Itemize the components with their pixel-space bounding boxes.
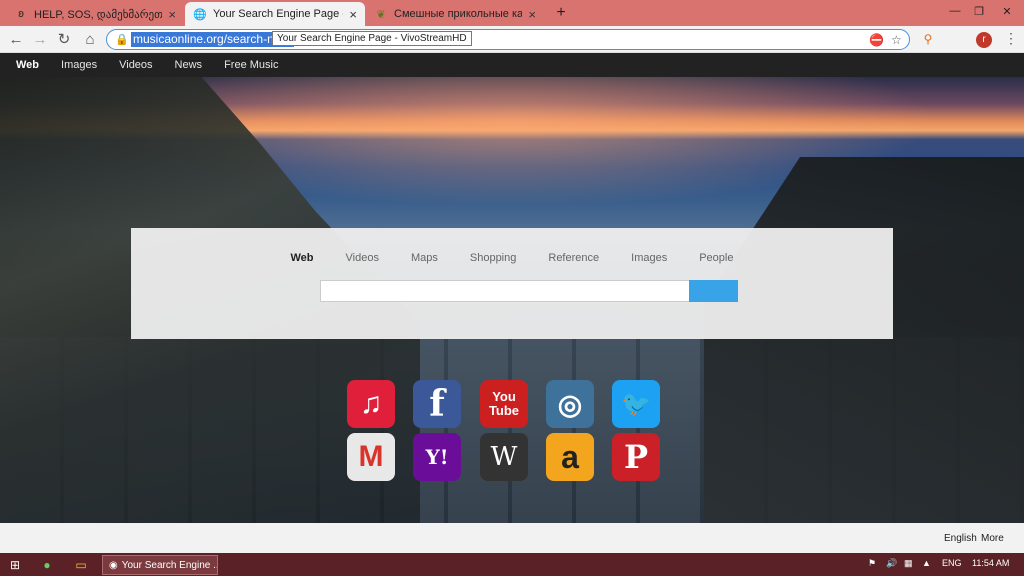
amazon-icon[interactable]: a <box>546 433 594 481</box>
globe-icon: 🌐 <box>193 8 207 21</box>
network-icon[interactable]: ▦ <box>904 558 913 569</box>
profile-avatar[interactable]: r <box>976 32 992 48</box>
instagram-icon[interactable]: ◎ <box>546 380 594 428</box>
url-text[interactable]: musicaonline.org/search-now/ <box>131 32 295 47</box>
page-footer: English More <box>0 523 1024 553</box>
itunes-icon[interactable]: ♫ <box>347 380 395 428</box>
youtube-icon[interactable]: You Tube <box>480 380 528 428</box>
nav-news[interactable]: News <box>175 59 203 71</box>
language-indicator[interactable]: ENG <box>942 558 962 568</box>
footer-english-link[interactable]: English <box>944 533 977 544</box>
search-tab-maps[interactable]: Maps <box>411 252 438 264</box>
tab-help-sos[interactable]: ʚ HELP, SOS, დამეხმარეთ მხოლ × <box>6 2 184 26</box>
footer-more-link[interactable]: More <box>981 533 1004 544</box>
site-nav: Web Images Videos News Free Music <box>0 53 1024 77</box>
gmail-icon[interactable]: M <box>347 433 395 481</box>
search-tab-web[interactable]: Web <box>291 252 314 264</box>
clock[interactable]: 11:54 AM <box>972 558 1009 568</box>
rocks-right <box>704 157 1024 523</box>
search-input[interactable] <box>320 280 690 302</box>
app-leaf-icon[interactable]: ● <box>38 556 56 574</box>
wikipedia-icon[interactable]: W <box>480 433 528 481</box>
search-tab-shopping[interactable]: Shopping <box>470 252 517 264</box>
chrome-icon: ◉ <box>109 559 118 571</box>
new-tab-button[interactable]: + <box>552 4 570 22</box>
search-button[interactable] <box>689 280 738 302</box>
leaf-icon: ❦ <box>376 8 386 21</box>
start-icon[interactable]: ⊞ <box>6 556 24 574</box>
search-tabs: Web Videos Maps Shopping Reference Image… <box>131 252 893 264</box>
tab-search-engine[interactable]: 🌐 Your Search Engine Page - VivoS × <box>185 2 365 26</box>
search-tab-reference[interactable]: Reference <box>548 252 599 264</box>
signal-icon[interactable]: ▲ <box>922 558 931 568</box>
flag-icon[interactable]: ⚑ <box>868 558 876 569</box>
nav-web[interactable]: Web <box>16 59 39 71</box>
search-panel: Web Videos Maps Shopping Reference Image… <box>131 228 893 339</box>
twitter-icon[interactable]: 🐦 <box>612 380 660 428</box>
back-button[interactable]: ← <box>6 30 26 50</box>
tab-title: Смешные прикольные картинк <box>394 8 523 20</box>
close-icon[interactable]: × <box>168 7 176 22</box>
search-extension-icon[interactable]: ⚲ <box>920 31 936 47</box>
search-tab-videos[interactable]: Videos <box>346 252 379 264</box>
blocked-icon[interactable]: ⛔ <box>869 33 884 47</box>
folder-icon[interactable]: ▭ <box>72 556 90 574</box>
app-shortcuts: ♫ f You Tube ◎ 🐦 M Y! W a P <box>347 380 663 482</box>
tab-tooltip: Your Search Engine Page - VivoStreamHD <box>272 31 472 46</box>
search-tab-images[interactable]: Images <box>631 252 667 264</box>
search-tab-people[interactable]: People <box>699 252 733 264</box>
nav-free-music[interactable]: Free Music <box>224 59 278 71</box>
nav-videos[interactable]: Videos <box>119 59 152 71</box>
nav-images[interactable]: Images <box>61 59 97 71</box>
ghost-icon: ʚ <box>18 8 24 20</box>
task-label: Your Search Engine ... <box>121 559 218 571</box>
bookmark-star-icon[interactable]: ☆ <box>891 33 902 47</box>
minimize-button[interactable]: — <box>942 0 968 22</box>
tab-title: HELP, SOS, დამეხმარეთ მხოლ <box>34 8 163 21</box>
tab-title: Your Search Engine Page - VivoS <box>213 8 343 20</box>
home-button[interactable]: ⌂ <box>80 30 100 50</box>
browser-toolbar: ← → ↻ ⌂ 🔒 musicaonline.org/search-now/ ⛔… <box>0 26 1024 53</box>
pinterest-icon[interactable]: P <box>612 433 660 481</box>
tab-strip: ʚ HELP, SOS, დამეხმარეთ მხოლ × 🌐 Your Se… <box>0 0 1024 26</box>
forward-button[interactable]: → <box>30 30 50 50</box>
yahoo-icon[interactable]: Y! <box>413 433 461 481</box>
volume-icon[interactable]: 🔊 <box>886 558 897 569</box>
windows-taskbar: ⊞ ● ▭ ◉ Your Search Engine ... ⚑ 🔊 ▦ ▲ E… <box>0 553 1024 576</box>
taskbar-chrome-task[interactable]: ◉ Your Search Engine ... <box>102 555 218 575</box>
facebook-icon[interactable]: f <box>413 380 461 428</box>
menu-icon[interactable]: ⋮ <box>1004 30 1018 47</box>
address-bar[interactable]: 🔒 musicaonline.org/search-now/ ⛔ ☆ <box>106 29 910 50</box>
restore-button[interactable]: ❐ <box>966 0 992 22</box>
tab-funny-pictures[interactable]: ❦ Смешные прикольные картинк × <box>366 2 544 26</box>
close-window-button[interactable]: ✕ <box>994 0 1020 22</box>
reload-button[interactable]: ↻ <box>54 30 74 50</box>
info-icon[interactable]: 🔒 <box>115 33 129 46</box>
close-icon[interactable]: × <box>528 7 536 22</box>
close-icon[interactable]: × <box>349 7 357 22</box>
